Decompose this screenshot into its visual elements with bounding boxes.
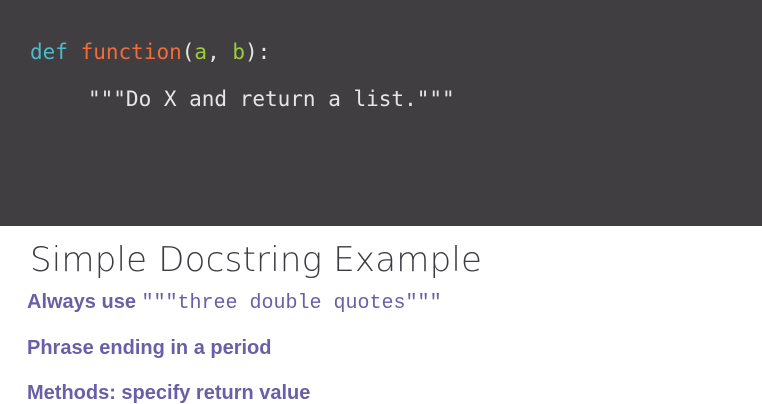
code-param-b: b [232, 40, 246, 64]
code-function-name: function [80, 40, 182, 64]
code-comma: , [207, 40, 233, 64]
slide-title: Simple Docstring Example [30, 240, 483, 280]
code-line-def: def function(a, b): [30, 39, 270, 65]
code-panel: def function(a, b): """Do X and return a… [0, 0, 762, 226]
bullet-phrase-ending: Phrase ending in a period [27, 337, 272, 359]
bullet-1-text: Always use [27, 291, 142, 313]
code-param-a: a [194, 40, 208, 64]
code-line-docstring: """Do X and return a list.""" [88, 87, 455, 111]
slide: def function(a, b): """Do X and return a… [0, 0, 762, 404]
code-close-paren: ): [245, 40, 271, 64]
bullet-methods: Methods: specify return value [27, 382, 311, 404]
code-keyword: def [30, 40, 68, 64]
code-open-paren: ( [181, 40, 195, 64]
bullet-1-code: """three double quotes""" [141, 292, 442, 315]
bullet-always-use: Always use """three double quotes""" [27, 289, 442, 317]
